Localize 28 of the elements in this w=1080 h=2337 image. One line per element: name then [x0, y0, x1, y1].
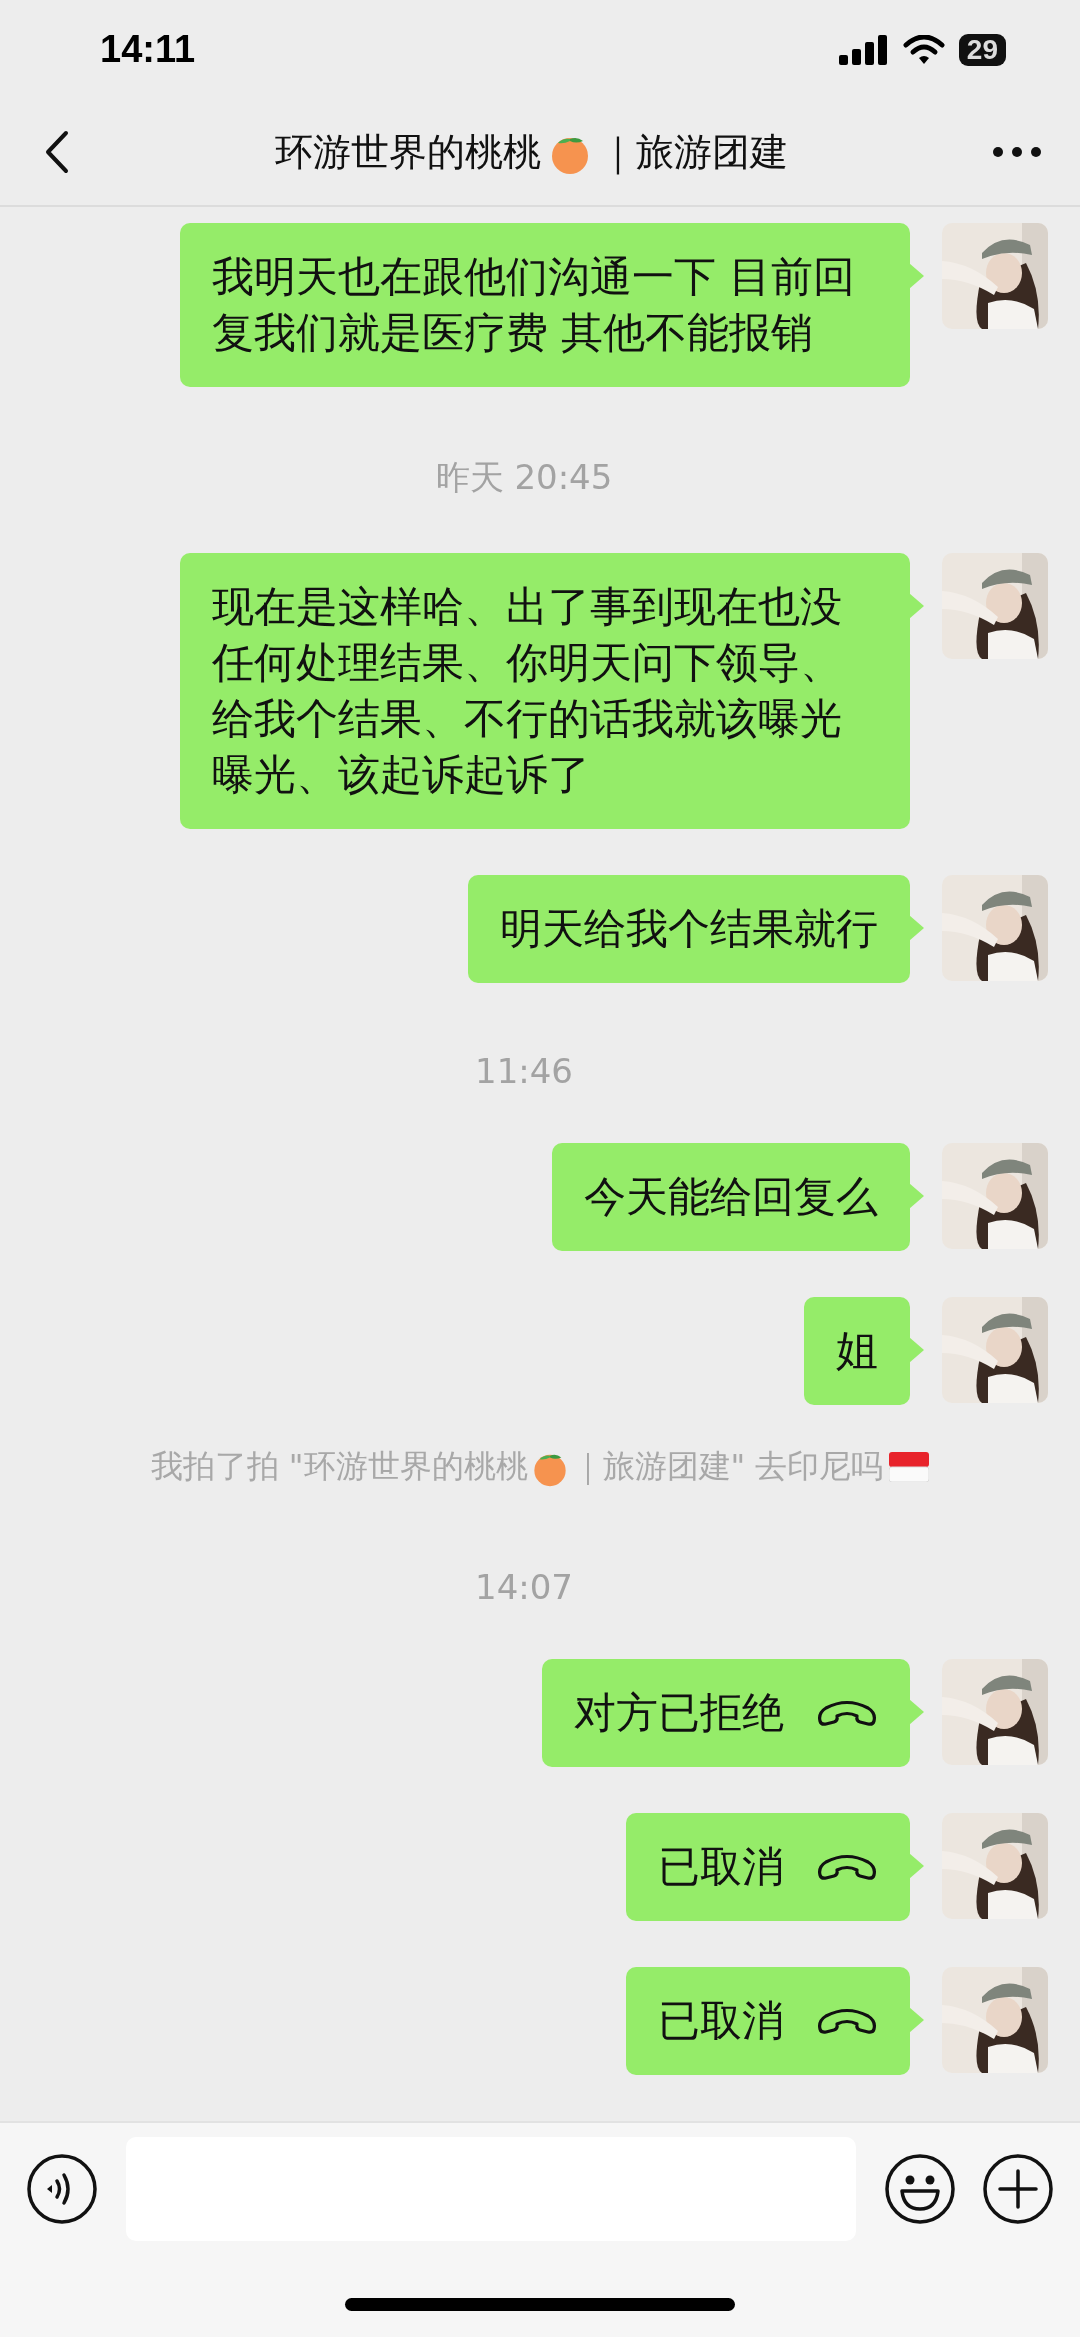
chat-subtitle: ｜旅游团建: [598, 128, 788, 177]
message-bubble: 现在是这样哈、出了事到现在也没任何处理结果、你明天问下领导、给我个结果、不行的话我就该曝光曝光、该起诉起诉了: [180, 552, 910, 829]
emoji-icon[interactable]: [884, 2153, 956, 2226]
timestamp: 11:46: [475, 1050, 573, 1091]
message-bubble: 已取消: [626, 1966, 910, 2075]
chat-title: 环游世界的桃桃: [274, 128, 541, 176]
system-notice: 我拍了拍 "环游世界的桃桃: [150, 1445, 528, 1487]
phone-hangup-icon: [816, 1698, 878, 1727]
message-bubble: 对方已拒绝: [542, 1658, 910, 1767]
message-bubble: 今天能给回复么: [552, 1142, 910, 1251]
status-time: 14:11: [100, 28, 196, 72]
flag-icon: [889, 1451, 930, 1482]
voice-icon[interactable]: [26, 2153, 98, 2226]
phone-hangup-icon: [816, 2006, 878, 2035]
message-bubble: 明天给我个结果就行: [468, 874, 910, 983]
message-bubble: 姐: [804, 1296, 910, 1405]
add-icon[interactable]: [982, 2153, 1054, 2226]
message-bubble: 我明天也在跟他们沟通一下 目前回复我们就是医疗费 其他不能报销: [180, 222, 910, 387]
timestamp: 昨天 20:45: [435, 455, 613, 499]
phone-hangup-icon: [816, 1852, 878, 1881]
system-notice: ｜旅游团建" 去印尼吗: [571, 1445, 884, 1487]
back-icon[interactable]: [44, 130, 70, 175]
message-bubble: 已取消: [626, 1812, 910, 1921]
battery-indicator: 29: [958, 33, 1006, 66]
signal-icon: [838, 34, 889, 65]
timestamp: 14:07: [475, 1566, 573, 1607]
wifi-icon: [902, 34, 945, 65]
more-icon[interactable]: [992, 146, 1042, 159]
